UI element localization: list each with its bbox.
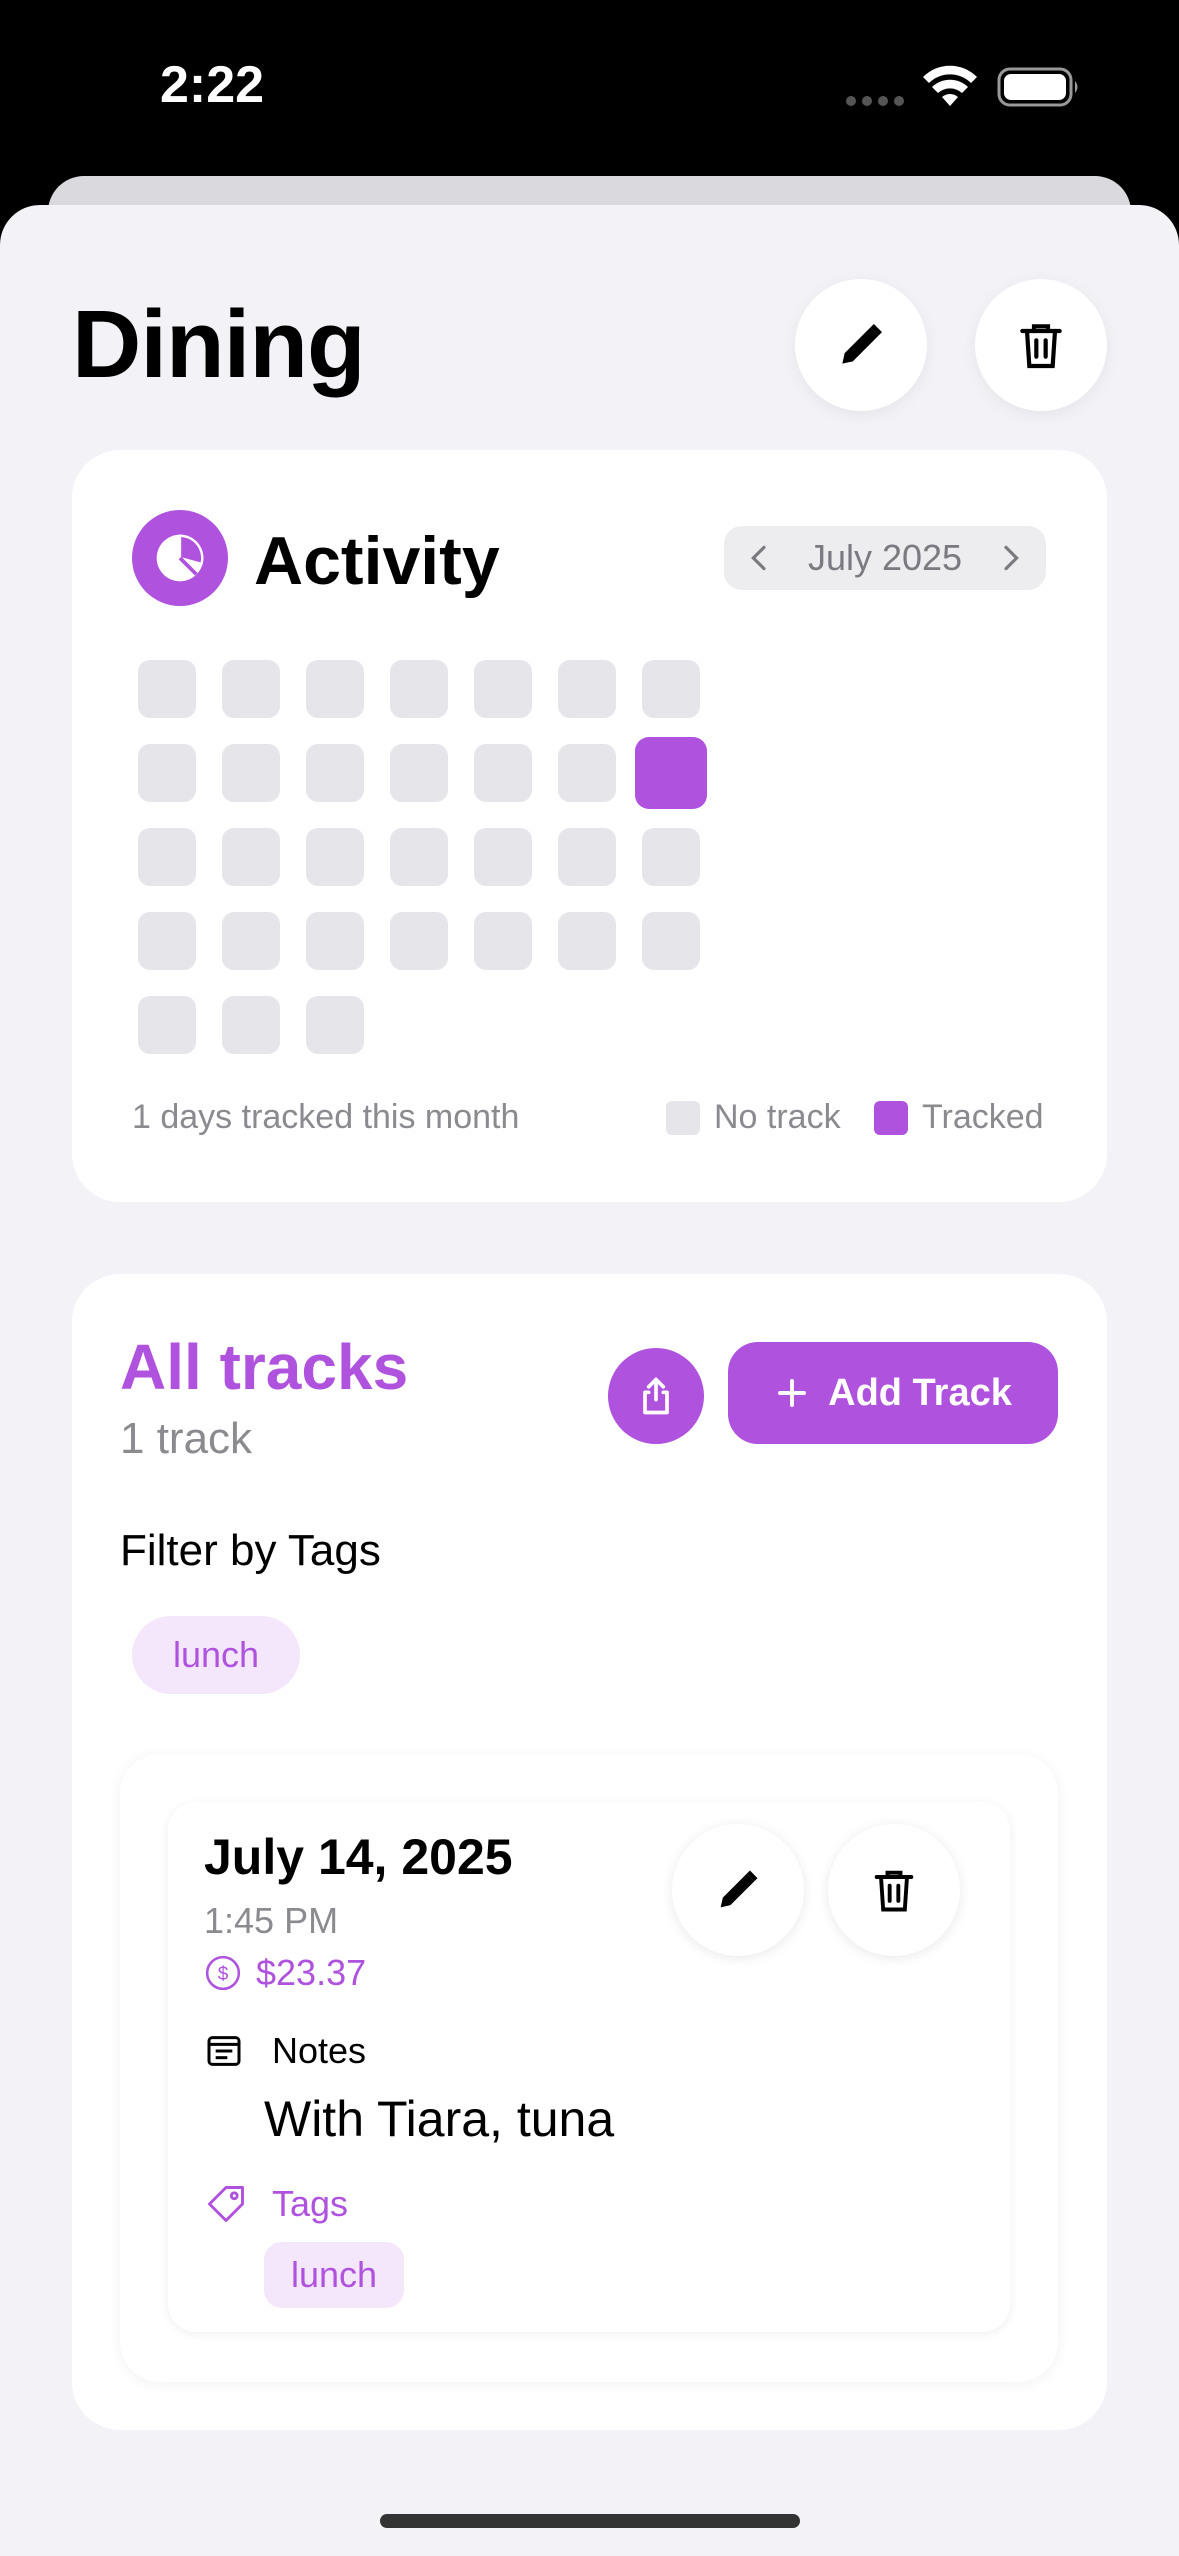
filter-tag-chip[interactable]: lunch xyxy=(132,1616,300,1694)
calendar-day xyxy=(138,660,196,718)
chevron-right-icon[interactable] xyxy=(994,542,1026,574)
calendar-day xyxy=(138,828,196,886)
calendar-day xyxy=(390,660,448,718)
calendar-day xyxy=(222,996,280,1054)
month-selector: July 2025 xyxy=(724,526,1046,590)
home-indicator xyxy=(380,2514,800,2528)
track-entry[interactable]: July 14, 2025 1:45 PM $ $23.37 Notes Wit… xyxy=(168,1802,1010,2332)
entry-amount-value: $23.37 xyxy=(256,1952,367,1993)
legend-no-track-label: No track xyxy=(714,1098,841,1136)
notes-text: With Tiara, tuna xyxy=(264,2091,615,2147)
calendar-day xyxy=(642,912,700,970)
calendar-day xyxy=(138,744,196,802)
legend-swatch-no-track xyxy=(666,1100,700,1135)
calendar-day xyxy=(222,912,280,970)
calendar-day xyxy=(138,912,196,970)
calendar-day xyxy=(222,660,280,718)
calendar-day xyxy=(306,996,364,1054)
status-time: 2:22 xyxy=(160,56,265,114)
pencil-icon xyxy=(720,1870,758,1908)
legend-swatch-tracked xyxy=(874,1100,908,1135)
track-entry-container: July 14, 2025 1:45 PM $ $23.37 Notes Wit… xyxy=(120,1754,1058,2382)
calendar-day xyxy=(474,660,532,718)
notes-label: Notes xyxy=(272,2030,367,2071)
entry-amount: $ $23.37 xyxy=(204,1952,366,1994)
dollar-circle-icon: $ xyxy=(205,1955,241,1991)
entry-time: 1:45 PM xyxy=(204,1900,339,1941)
calendar-day xyxy=(306,828,364,886)
edit-category-button[interactable] xyxy=(795,279,927,411)
share-icon xyxy=(643,1377,669,1415)
wifi-icon xyxy=(923,65,977,106)
calendar-day xyxy=(474,828,532,886)
calendar-day xyxy=(558,744,616,802)
tracks-title: All tracks xyxy=(120,1331,409,1403)
notes-header: Notes xyxy=(204,2030,366,2072)
cellular-signal-icon xyxy=(846,96,904,106)
legend-tracked: Tracked xyxy=(874,1098,1044,1137)
calendar-day xyxy=(558,660,616,718)
calendar-day xyxy=(306,660,364,718)
trash-icon xyxy=(874,1870,914,1912)
entry-tag-chip: lunch xyxy=(264,2242,404,2308)
notes-icon xyxy=(207,2036,241,2066)
calendar-day xyxy=(306,744,364,802)
calendar-day xyxy=(558,912,616,970)
activity-title: Activity xyxy=(254,523,500,599)
calendar-day xyxy=(222,828,280,886)
calendar-day xyxy=(474,744,532,802)
battery-icon xyxy=(997,67,1078,107)
legend-no-track: No track xyxy=(666,1098,841,1137)
chevron-left-icon[interactable] xyxy=(744,542,776,574)
calendar-day xyxy=(474,912,532,970)
legend-tracked-label: Tracked xyxy=(922,1098,1044,1136)
tracks-count: 1 track xyxy=(120,1414,253,1463)
share-button[interactable] xyxy=(608,1348,704,1444)
filter-by-tags-label: Filter by Tags xyxy=(120,1526,381,1575)
month-label: July 2025 xyxy=(807,537,963,578)
activity-icon-badge xyxy=(132,510,228,606)
edit-entry-button[interactable] xyxy=(672,1824,804,1956)
pie-chart-icon xyxy=(156,534,204,582)
calendar-day xyxy=(642,660,700,718)
delete-entry-button[interactable] xyxy=(828,1824,960,1956)
activity-card: Activity July 2025 1 days tracked this m… xyxy=(72,450,1107,1202)
tags-header: Tags xyxy=(204,2182,348,2226)
tag-icon xyxy=(208,2186,244,2222)
days-tracked-summary: 1 days tracked this month xyxy=(132,1098,520,1136)
calendar-day-tracked xyxy=(635,737,707,809)
calendar-day xyxy=(642,828,700,886)
calendar-day xyxy=(558,828,616,886)
add-track-button[interactable]: Add Track xyxy=(728,1342,1058,1444)
calendar-day xyxy=(390,912,448,970)
trash-icon xyxy=(1020,324,1062,369)
add-track-label: Add Track xyxy=(828,1371,1012,1414)
calendar-day xyxy=(390,828,448,886)
calendar-day xyxy=(306,912,364,970)
entry-date: July 14, 2025 xyxy=(204,1829,513,1885)
svg-text:$: $ xyxy=(218,1964,229,1985)
calendar-day xyxy=(138,996,196,1054)
calendar-day xyxy=(222,744,280,802)
tags-label: Tags xyxy=(272,2183,349,2224)
status-bar: 2:22 xyxy=(0,0,1179,175)
calendar-day xyxy=(390,744,448,802)
delete-category-button[interactable] xyxy=(975,279,1107,411)
tracks-card: All tracks 1 track Add Track Filter by T… xyxy=(72,1274,1107,2430)
page-title: Dining xyxy=(72,291,366,398)
plus-icon xyxy=(778,1379,807,1407)
pencil-icon xyxy=(842,324,882,364)
